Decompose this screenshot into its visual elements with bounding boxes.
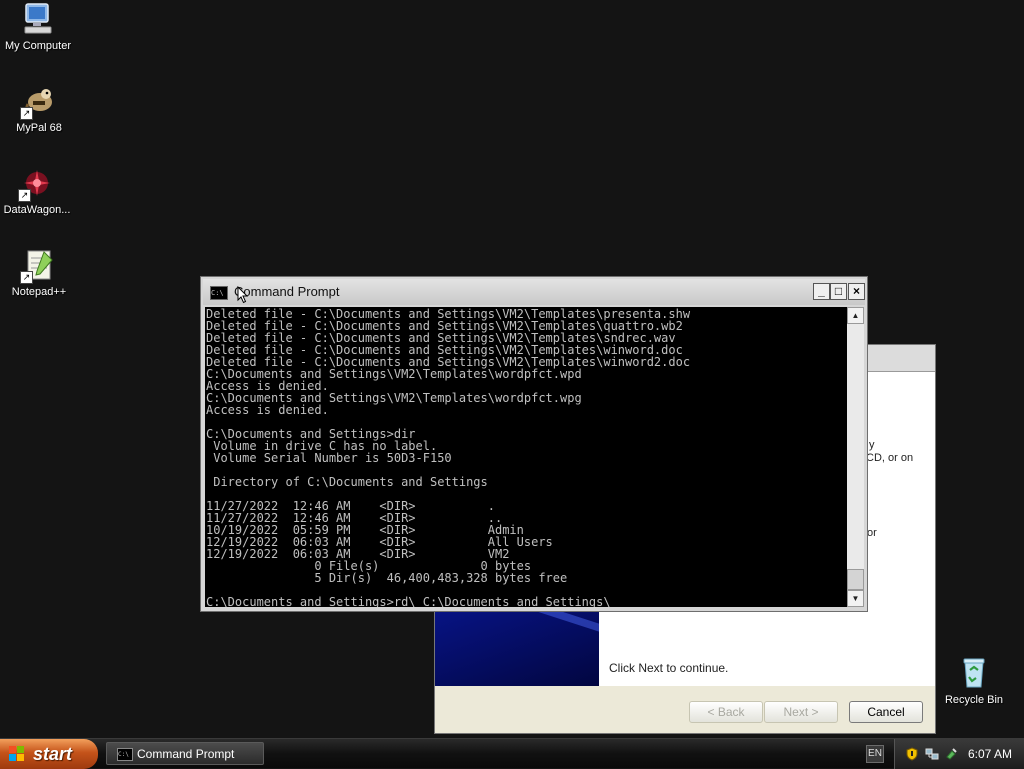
console-line: 5 Dir(s) 46,400,483,328 bytes free [206,571,568,585]
minimize-button[interactable]: _ [813,283,830,300]
mouse-cursor-icon [237,286,249,304]
console-line: C:\Documents and Settings>rd\ C:\Documen… [206,595,611,607]
wizard-text-fragment: or [867,527,877,539]
scroll-thumb[interactable] [847,569,864,590]
desktop-icon-mypal[interactable]: ↗ MyPal 68 [0,84,79,134]
datawagon-icon: ↗ [18,166,54,202]
desktop-icon-label: Notepad++ [11,286,67,298]
cmd-icon: C:\ [210,286,228,300]
network-icon[interactable] [925,747,939,761]
next-button[interactable]: Next > [764,701,838,723]
clock[interactable]: 6:07 AM [968,739,1012,769]
shortcut-arrow-icon: ↗ [18,189,31,202]
system-tray: 6:07 AM [894,739,1024,769]
taskbar-item-command-prompt[interactable]: C:\ Command Prompt [106,742,264,765]
shortcut-arrow-icon: ↗ [20,107,33,120]
back-button[interactable]: < Back [689,701,763,723]
desktop-icon-recycle-bin[interactable]: Recycle Bin [934,656,1014,706]
language-indicator[interactable]: EN [866,745,884,763]
scroll-up-arrow-icon[interactable]: ▲ [847,307,864,324]
safely-remove-hardware-icon[interactable] [944,747,958,761]
wizard-continue-text: Click Next to continue. [609,661,729,675]
recycle-bin-icon [957,656,991,690]
taskbar: start C:\ Command Prompt EN 6:07 AM [0,738,1024,769]
console-text: Deleted file - C:\Documents and Settings… [205,307,847,607]
vertical-scrollbar[interactable]: ▲ ▼ [847,307,864,607]
computer-icon [21,2,55,36]
console-line: Access is denied. [206,403,329,417]
desktop-icon-notepadpp[interactable]: ↗ Notepad++ [0,248,79,298]
cmd-titlebar[interactable]: C:\ Command Prompt _ □ × [203,279,865,305]
cmd-icon: C:\ [117,748,133,761]
start-label: start [33,744,73,764]
window-title: Command Prompt [234,284,340,299]
console-line: Directory of C:\Documents and Settings [206,475,488,489]
desktop-icon-label: DataWagon... [3,204,71,216]
desktop-icon-label: MyPal 68 [16,122,62,134]
cancel-button[interactable]: Cancel [849,701,923,723]
notepadpp-icon: ↗ [20,248,56,284]
windows-flag-icon [9,746,25,762]
taskbar-item-label: Command Prompt [137,747,235,761]
start-button[interactable]: start [0,739,98,769]
wizard-text-fragment: CD, or on [866,452,914,464]
security-shield-icon[interactable] [905,747,919,761]
command-prompt-window: C:\ Command Prompt _ □ × Deleted file - … [200,276,868,612]
desktop-icon-datawagon[interactable]: ↗ DataWagon... [0,166,77,216]
mypal-browser-icon: ↗ [20,84,56,120]
desktop-icon-my-computer[interactable]: My Computer [0,2,78,52]
desktop-icon-label: My Computer [4,40,72,52]
desktop-icon-label: Recycle Bin [944,694,1004,706]
console-line: Volume Serial Number is 50D3-F150 [206,451,452,465]
console-output[interactable]: Deleted file - C:\Documents and Settings… [205,307,847,607]
scroll-down-arrow-icon[interactable]: ▼ [847,590,864,607]
wizard-text-fragment: y [869,439,875,451]
close-button[interactable]: × [848,283,865,300]
maximize-button[interactable]: □ [830,283,847,300]
shortcut-arrow-icon: ↗ [20,271,33,284]
